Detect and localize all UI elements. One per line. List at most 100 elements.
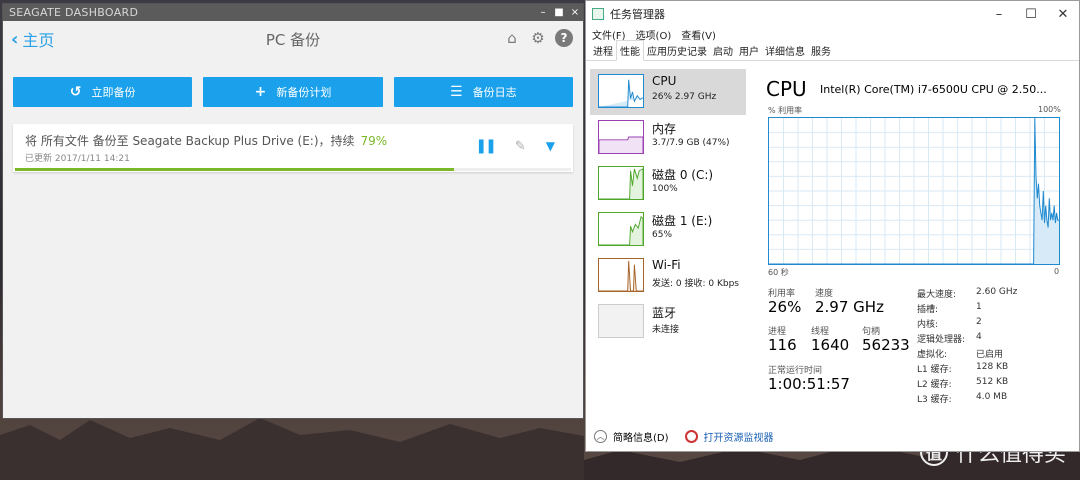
spec-key: 插槽: — [917, 305, 939, 315]
refresh-icon: ↺ — [69, 84, 82, 100]
spec-value: 128 KB — [976, 362, 1009, 372]
tab-users[interactable]: 用户 — [736, 43, 762, 60]
memory-thumbnail — [598, 120, 644, 154]
sidebar-item-memory[interactable]: 内存 3.7/7.9 GB (47%) — [590, 115, 746, 161]
header-icons: ⌂ ⚙ ? — [503, 29, 573, 47]
menu-view[interactable]: 查看(V) — [681, 27, 716, 43]
backup-now-button[interactable]: ↺ 立即备份 — [13, 77, 193, 107]
taskmgr-window-title: 任务管理器 — [610, 8, 665, 21]
taskmgr-app-icon — [592, 8, 604, 20]
sidebar-name: 蓝牙 — [652, 306, 677, 320]
sidebar-item-cpu[interactable]: CPU 26% 2.97 GHz — [590, 69, 746, 115]
seagate-titlebar: SEAGATE DASHBOARD – ■ × — [3, 4, 583, 21]
menu-bar: 文件(F) 选项(O) 查看(V) — [586, 27, 1079, 43]
sidebar-item-disk0[interactable]: 磁盘 0 (C:) 100% — [590, 161, 746, 207]
sidebar-name: 内存 — [652, 122, 677, 136]
spec-value: 4.0 MB — [976, 392, 1008, 402]
backup-log-button[interactable]: ☰ 备份日志 — [393, 77, 573, 107]
spec-value: 已启用 — [976, 350, 1004, 360]
wifi-thumbnail — [598, 258, 644, 292]
tm-minimize-button[interactable]: – — [983, 7, 1015, 22]
page-title: PC 备份 — [265, 31, 321, 49]
home-icon[interactable]: ⌂ — [503, 29, 521, 47]
pause-icon[interactable]: ❚❚ — [475, 138, 497, 154]
sidebar-name: 磁盘 0 (C:) — [652, 168, 714, 182]
task-percent: 79% — [360, 134, 388, 148]
tab-performance[interactable]: 性能 — [616, 40, 644, 61]
seagate-header: ‹ 主页 PC 备份 ⌂ ⚙ ? — [3, 21, 583, 57]
tab-startup[interactable]: 启动 — [710, 43, 736, 60]
tab-services[interactable]: 服务 — [808, 43, 834, 60]
cpu-title: CPU — [766, 77, 807, 101]
chevron-up-icon[interactable]: ︿ — [594, 429, 607, 443]
resource-monitor-icon — [684, 429, 698, 443]
graph-min: 0 — [1054, 267, 1060, 276]
spec-key: L3 缓存: — [917, 395, 952, 405]
sidebar-name: CPU — [652, 74, 677, 88]
task-manager-window: 任务管理器 – ☐ ✕ 文件(F) 选项(O) 查看(V) 进程 性能 应用历史… — [585, 0, 1080, 452]
tab-bar: 进程 性能 应用历史记录 启动 用户 详细信息 服务 — [586, 40, 1079, 61]
minimize-button[interactable]: – — [535, 7, 551, 18]
tm-close-button[interactable]: ✕ — [1047, 7, 1079, 22]
sidebar-sub: 3.7/7.9 GB (47%) — [652, 138, 730, 148]
spec-value: 2 — [976, 317, 982, 327]
sidebar-item-disk1[interactable]: 磁盘 1 (E:) 65% — [590, 207, 746, 253]
disk0-thumbnail — [598, 166, 644, 200]
tab-details[interactable]: 详细信息 — [762, 43, 808, 60]
close-button[interactable]: × — [567, 7, 583, 18]
graph-time: 60 秒 — [768, 268, 789, 277]
uptime-value: 1:00:51:57 — [768, 375, 850, 393]
sidebar-sub: 65% — [652, 230, 673, 240]
sidebar-name: Wi-Fi — [652, 258, 681, 272]
sidebar-name: 磁盘 1 (E:) — [652, 214, 713, 228]
chevron-down-icon[interactable]: ▼ — [546, 139, 555, 153]
graph-label: % 利用率 — [768, 106, 803, 115]
spec-key: L2 缓存: — [917, 380, 952, 390]
brief-info-link[interactable]: 简略信息(D) — [613, 429, 669, 444]
cpu-model: Intel(R) Core(TM) i7-6500U CPU @ 2.50... — [820, 83, 1047, 96]
spec-value: 4 — [976, 332, 982, 342]
backup-task-card: 将 所有文件 备份至 Seagate Backup Plus Drive (E:… — [13, 124, 573, 172]
taskmgr-titlebar: 任务管理器 – ☐ ✕ — [586, 1, 1079, 27]
sidebar-sub: 26% 2.97 GHz — [652, 92, 717, 102]
spec-key: 逻辑处理器: — [917, 335, 966, 345]
gear-icon[interactable]: ⚙ — [529, 29, 547, 47]
spec-value: 2.60 GHz — [976, 287, 1018, 297]
task-updated: 已更新 2017/1/11 14:21 — [25, 154, 130, 164]
tm-maximize-button[interactable]: ☐ — [1015, 7, 1047, 22]
sidebar-sub: 发送: 0 接收: 0 Kbps — [652, 279, 739, 289]
sidebar-item-wifi[interactable]: Wi-Fi 发送: 0 接收: 0 Kbps — [590, 253, 746, 299]
disk1-thumbnail — [598, 212, 644, 246]
tab-processes[interactable]: 进程 — [590, 43, 616, 60]
plus-icon: + — [254, 84, 267, 100]
spec-key: 内核: — [917, 320, 939, 330]
list-icon: ☰ — [450, 84, 463, 100]
help-icon[interactable]: ? — [555, 29, 573, 47]
graph-max: 100% — [1038, 105, 1061, 114]
backup-now-label: 立即备份 — [91, 86, 136, 99]
edit-icon[interactable]: ✎ — [515, 139, 526, 154]
cpu-utilization-graph — [768, 117, 1060, 265]
backup-log-label: 备份日志 — [472, 86, 517, 99]
spec-value: 512 KB — [976, 377, 1009, 387]
desktop: { "seagate": { "window_title": "SEAGATE … — [0, 0, 1080, 480]
util-value: 26% — [768, 298, 802, 316]
sidebar-sub: 未连接 — [652, 325, 680, 335]
sidebar-sub: 100% — [652, 184, 678, 194]
task-description: 将 所有文件 备份至 Seagate Backup Plus Drive (E:… — [25, 134, 355, 148]
action-buttons: ↺ 立即备份 + 新备份计划 ☰ 备份日志 — [13, 77, 573, 107]
spec-key: 虚拟化: — [917, 350, 948, 360]
progress-track — [15, 168, 571, 171]
tab-app-history[interactable]: 应用历史记录 — [644, 43, 710, 60]
sidebar-item-bluetooth[interactable]: 蓝牙 未连接 — [590, 299, 746, 345]
spec-value: 1 — [976, 302, 982, 312]
new-backup-plan-button[interactable]: + 新备份计划 — [203, 77, 383, 107]
resource-sidebar: CPU 26% 2.97 GHz 内存 3.7/7.9 GB (47%) 磁盘 … — [590, 69, 746, 345]
proc-value: 116 — [768, 336, 797, 354]
open-resource-monitor-link[interactable]: 打开资源监视器 — [704, 429, 774, 444]
spec-key: L1 缓存: — [917, 365, 952, 375]
task-controls: ❚❚ ✎ ▼ — [475, 138, 555, 154]
speed-value: 2.97 GHz — [815, 298, 884, 316]
bluetooth-thumbnail — [598, 304, 644, 338]
maximize-button[interactable]: ■ — [551, 7, 567, 18]
